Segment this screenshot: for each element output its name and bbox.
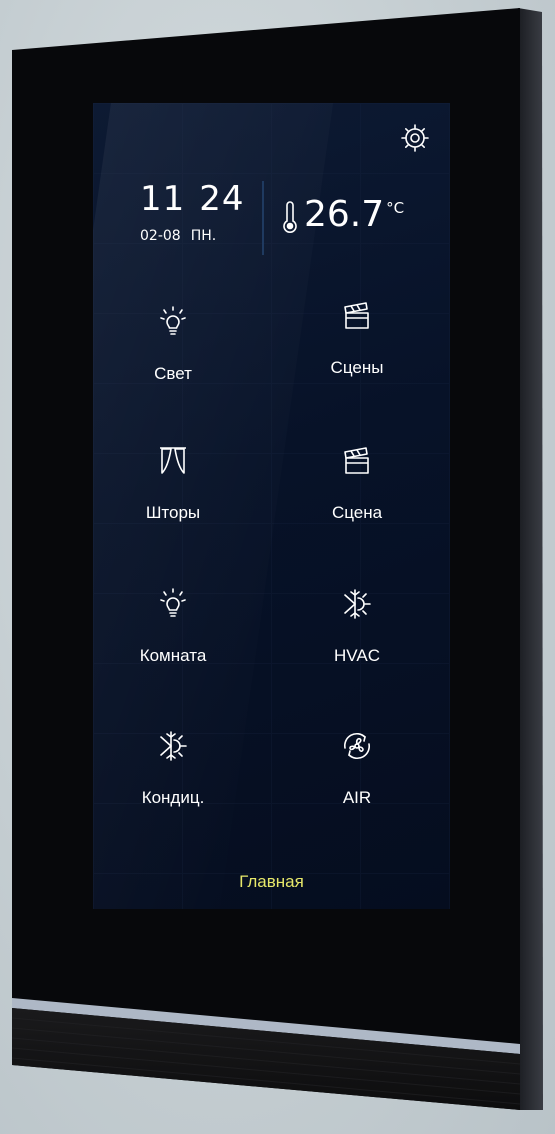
weekday-text: ПН.: [190, 228, 217, 244]
clock-minutes: 24: [199, 179, 245, 219]
tile-label: HVAC: [334, 646, 380, 665]
snowflake-sun-icon: [160, 731, 187, 761]
date-display: 02-08 ПН.: [140, 228, 245, 244]
fan-icon: [343, 732, 371, 760]
status-divider: [262, 181, 264, 255]
tile-kondic[interactable]: Кондиц.: [103, 726, 243, 836]
tile-scena[interactable]: Сцена: [287, 441, 427, 551]
time-display: 11 24: [140, 180, 245, 218]
clapperboard-icon: [344, 302, 369, 329]
temperature-value: 26.7: [304, 194, 385, 235]
tile-shtory[interactable]: Шторы: [103, 441, 243, 551]
clapperboard-icon: [344, 447, 369, 474]
thermometer-icon: [283, 201, 297, 233]
tile-sceny[interactable]: Сцены: [287, 296, 427, 406]
page-indicator-main[interactable]: Главная: [93, 872, 450, 892]
clock-widget: 11 24 02-08 ПН.: [140, 180, 245, 244]
tile-label: Комната: [139, 646, 207, 665]
tile-label: Свет: [154, 364, 192, 383]
tile-label: Кондиц.: [141, 788, 205, 807]
date-text: 02-08: [140, 228, 181, 244]
tile-air[interactable]: AIR: [287, 726, 427, 836]
tile-label: Шторы: [145, 503, 201, 522]
tile-hvac[interactable]: HVAC: [287, 584, 427, 694]
temperature-unit: °C: [386, 199, 405, 217]
tile-svet[interactable]: Свет: [103, 302, 243, 412]
lightbulb-icon: [160, 306, 186, 335]
gear-icon: [401, 124, 429, 152]
tile-label: AIR: [342, 788, 372, 807]
settings-button[interactable]: [398, 121, 432, 155]
clock-hours: 11: [140, 179, 186, 219]
temperature-widget: 26.7 °C: [282, 195, 404, 235]
lightbulb-icon: [160, 588, 186, 617]
tile-label: Сцены: [330, 358, 384, 377]
device-side-edge: [518, 8, 543, 1110]
curtain-icon: [160, 447, 186, 474]
snowflake-sun-icon: [344, 589, 371, 619]
tile-label: Сцена: [331, 503, 383, 522]
tile-komnata[interactable]: Комната: [103, 584, 243, 694]
